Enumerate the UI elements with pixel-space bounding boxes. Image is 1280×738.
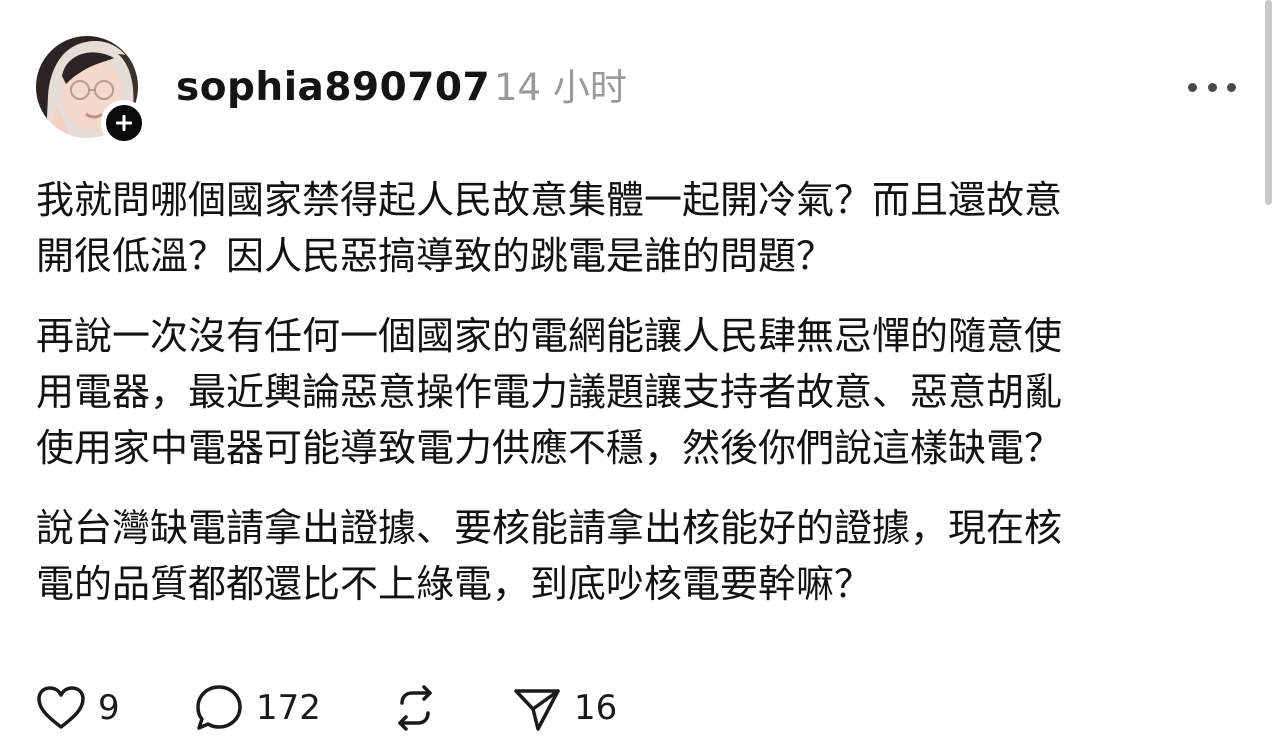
- post-paragraph: 我就問哪個國家禁得起人民故意集體一起開冷氣？而且還故意 開很低溫？因人民惡搞導致…: [36, 178, 1063, 278]
- more-options-button[interactable]: [1188, 72, 1236, 102]
- post-timestamp: 14 小时: [494, 66, 627, 109]
- comment-count: 172: [256, 688, 321, 728]
- follow-button[interactable]: [101, 100, 147, 146]
- post-paragraph: 說台灣缺電請拿出證據、要核能請拿出核能好的證據，現在核 電的品質都都還比不上綠電…: [36, 506, 1063, 606]
- send-icon: [514, 689, 560, 731]
- more-horizontal-icon: [1227, 82, 1236, 92]
- post-body: 我就問哪個國家禁得起人民故意集體一起開冷氣？而且還故意 開很低溫？因人民惡搞導致…: [36, 172, 1216, 636]
- comment-button[interactable]: 172: [194, 678, 321, 738]
- post-actions: 9 172 16: [36, 678, 736, 738]
- scrollbar[interactable]: [1265, 0, 1272, 205]
- username[interactable]: sophia890707: [176, 62, 490, 114]
- avatar-container: [36, 36, 147, 146]
- share-button[interactable]: 16: [512, 678, 617, 738]
- comment-bubble-icon: [196, 685, 242, 730]
- more-horizontal-icon: [1207, 82, 1217, 92]
- plus-icon: [116, 115, 132, 131]
- repost-icon: [398, 685, 432, 731]
- heart-icon: [37, 686, 85, 729]
- more-horizontal-icon: [1188, 82, 1197, 92]
- thread-post: sophia890707 14 小时 我就問哪個國家禁得起人民故意集體一起開冷氣…: [0, 0, 1280, 731]
- share-count: 16: [574, 688, 618, 728]
- post-paragraph: 再說一次沒有任何一個國家的電網能讓人民肆無忌憚的隨意使 用電器，最近輿論惡意操作…: [36, 314, 1063, 470]
- like-count: 9: [98, 688, 120, 728]
- repost-button[interactable]: [390, 678, 440, 738]
- like-button[interactable]: 9: [36, 678, 120, 738]
